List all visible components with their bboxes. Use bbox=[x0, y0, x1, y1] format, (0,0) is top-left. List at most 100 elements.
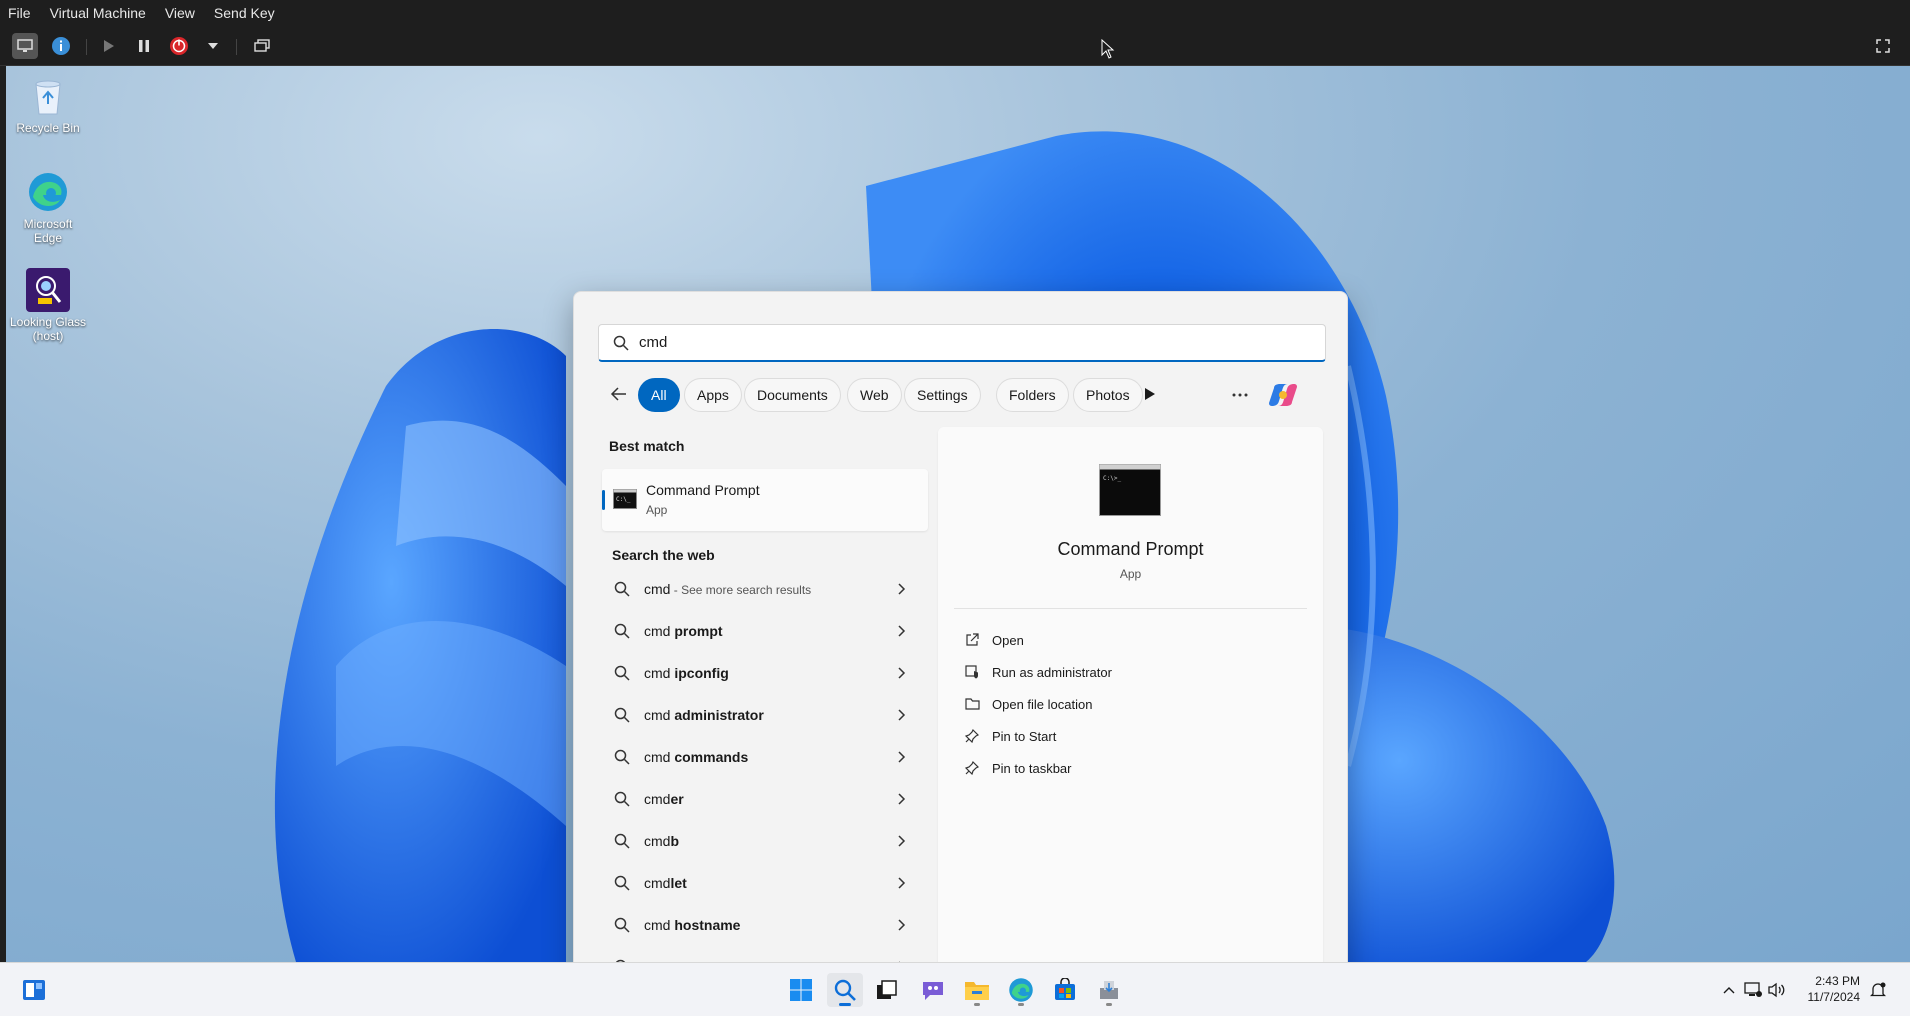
desktop: Recycle Bin Microsoft Edge Looking Glass… bbox=[6, 66, 1910, 962]
notifications-button[interactable] bbox=[1866, 973, 1890, 1007]
web-result-item[interactable]: cmd prompt bbox=[602, 611, 928, 651]
ellipsis-icon bbox=[1232, 393, 1248, 397]
search-icon bbox=[614, 832, 632, 850]
desktop-icon-microsoft-edge[interactable]: Microsoft Edge bbox=[8, 170, 88, 245]
web-result-suggestion: commands bbox=[674, 749, 749, 765]
web-result-prefix: cmd bbox=[644, 791, 671, 807]
web-result-text: cmd prompt bbox=[644, 623, 898, 639]
action-label: Pin to Start bbox=[992, 728, 1057, 744]
fullscreen-button[interactable] bbox=[1870, 33, 1896, 59]
web-result-text: cmd administrator bbox=[644, 707, 898, 723]
speaker-icon bbox=[1768, 982, 1785, 998]
best-match-heading: Best match bbox=[609, 438, 685, 454]
recycle-bin-icon bbox=[26, 74, 70, 118]
chat-icon bbox=[923, 982, 943, 1000]
desktop-icon-recycle-bin[interactable]: Recycle Bin bbox=[8, 74, 88, 135]
running-indicator bbox=[1106, 1003, 1112, 1006]
menu-file[interactable]: File bbox=[8, 5, 31, 21]
action-open-file-location[interactable]: Open file location bbox=[964, 691, 1092, 717]
snapshots-button[interactable] bbox=[249, 33, 275, 59]
filter-web[interactable]: Web bbox=[847, 378, 902, 412]
web-result-item[interactable]: cmdb bbox=[602, 821, 928, 861]
file-explorer-button[interactable] bbox=[959, 973, 995, 1007]
web-result-item[interactable]: cmd - See more search results bbox=[602, 569, 928, 609]
clock[interactable]: 2:43 PM 11/7/2024 bbox=[1808, 973, 1861, 1005]
search-input[interactable] bbox=[639, 334, 1325, 351]
web-result-item[interactable]: cmdlet bbox=[602, 863, 928, 903]
command-prompt-icon: C:\_ bbox=[613, 489, 637, 509]
desktop-icon-looking-glass[interactable]: Looking Glass (host) bbox=[8, 268, 88, 343]
svg-text:C:\>_: C:\>_ bbox=[1103, 475, 1121, 482]
search-icon bbox=[614, 748, 632, 766]
volume-button[interactable] bbox=[1766, 973, 1788, 1007]
web-result-prefix: cmd bbox=[644, 581, 671, 597]
more-options-button[interactable] bbox=[1232, 387, 1256, 403]
filter-apps[interactable]: Apps bbox=[684, 378, 742, 412]
chevron-right-icon bbox=[898, 792, 908, 806]
filter-settings[interactable]: Settings bbox=[904, 378, 981, 412]
web-result-suggestion: let bbox=[670, 875, 687, 891]
run-button[interactable] bbox=[96, 33, 122, 59]
edge-taskbar-button[interactable] bbox=[1003, 973, 1039, 1007]
chat-button[interactable] bbox=[915, 973, 951, 1007]
windows-logo-icon bbox=[790, 979, 812, 1001]
filter-folders[interactable]: Folders bbox=[996, 378, 1069, 412]
menu-view[interactable]: View bbox=[165, 5, 195, 21]
folder-icon bbox=[964, 696, 980, 712]
open-external-icon bbox=[964, 632, 980, 648]
console-view-button[interactable] bbox=[12, 33, 38, 59]
action-label: Pin to taskbar bbox=[992, 760, 1072, 776]
web-result-suggestion: administrator bbox=[674, 707, 764, 723]
web-result-prefix: cmd bbox=[644, 917, 675, 933]
setup-app-button[interactable] bbox=[1091, 973, 1127, 1007]
web-result-item[interactable]: cmd administrator bbox=[602, 695, 928, 735]
copilot-icon bbox=[1269, 384, 1297, 406]
notification-bell-icon bbox=[1870, 982, 1886, 997]
shutdown-menu-button[interactable] bbox=[200, 33, 226, 59]
folder-icon bbox=[965, 982, 989, 1000]
web-result-item[interactable]: cmd commands bbox=[602, 737, 928, 777]
web-result-item[interactable]: cmd hostname bbox=[602, 905, 928, 945]
action-open[interactable]: Open bbox=[964, 627, 1024, 653]
preview-subtitle: App bbox=[1119, 567, 1142, 581]
action-pin-to-start[interactable]: Pin to Start bbox=[964, 723, 1056, 749]
shutdown-button[interactable] bbox=[166, 33, 192, 59]
web-result-hint: - See more search results bbox=[670, 583, 812, 597]
menu-virtual-machine[interactable]: Virtual Machine bbox=[50, 5, 146, 21]
search-icon bbox=[614, 580, 632, 598]
best-match-item[interactable]: C:\_ Command Prompt App bbox=[602, 469, 928, 531]
web-result-item[interactable]: cmder bbox=[602, 779, 928, 819]
task-view-button[interactable] bbox=[869, 973, 905, 1007]
action-pin-to-taskbar[interactable]: Pin to taskbar bbox=[964, 755, 1072, 781]
store-icon bbox=[1055, 978, 1075, 1000]
action-run-as-administrator[interactable]: Run as administrator bbox=[964, 659, 1112, 685]
show-hidden-icons-button[interactable] bbox=[1718, 973, 1740, 1007]
filter-all[interactable]: All bbox=[638, 378, 680, 412]
menu-send-key[interactable]: Send Key bbox=[214, 5, 275, 21]
widgets-button[interactable] bbox=[16, 973, 52, 1007]
search-icon bbox=[614, 874, 632, 892]
mouse-cursor-icon bbox=[1101, 39, 1115, 59]
filter-photos[interactable]: Photos bbox=[1073, 378, 1143, 412]
svg-text:C:\_: C:\_ bbox=[616, 496, 631, 503]
web-result-suggestion: ipconfig bbox=[674, 665, 729, 681]
back-button[interactable] bbox=[610, 385, 630, 405]
pause-button[interactable] bbox=[131, 33, 157, 59]
network-button[interactable] bbox=[1742, 973, 1764, 1007]
web-result-item[interactable]: cmda bbox=[602, 947, 928, 962]
web-result-prefix: cmd bbox=[644, 665, 675, 681]
more-filters-button[interactable] bbox=[1144, 387, 1156, 406]
web-result-text: cmd commands bbox=[644, 749, 898, 765]
chevron-right-icon bbox=[898, 750, 908, 764]
start-button[interactable] bbox=[783, 973, 819, 1007]
store-button[interactable] bbox=[1047, 973, 1083, 1007]
copilot-button[interactable] bbox=[1268, 380, 1298, 410]
details-button[interactable] bbox=[48, 33, 74, 59]
taskbar-search-button[interactable] bbox=[827, 973, 863, 1007]
toolbar-divider bbox=[236, 39, 237, 55]
fullscreen-icon bbox=[1876, 39, 1890, 53]
filter-documents[interactable]: Documents bbox=[744, 378, 841, 412]
web-result-item[interactable]: cmd ipconfig bbox=[602, 653, 928, 693]
best-match-type: App bbox=[646, 503, 668, 517]
search-box[interactable] bbox=[598, 324, 1326, 362]
